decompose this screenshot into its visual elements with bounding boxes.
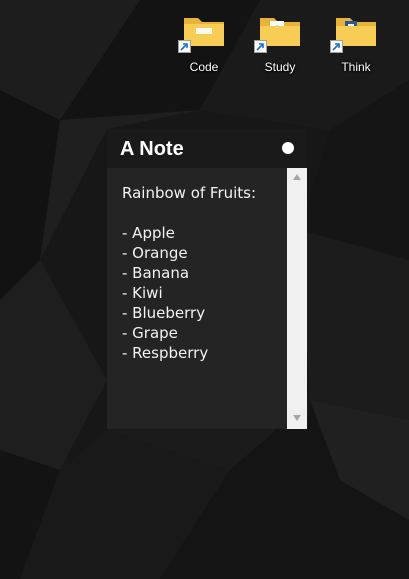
scroll-up-button[interactable] <box>287 170 307 186</box>
note-menu-dot-icon[interactable] <box>282 142 294 154</box>
folder-icon <box>330 12 378 53</box>
folder-icon <box>254 12 302 53</box>
scroll-down-button[interactable] <box>287 411 307 427</box>
note-body[interactable]: Rainbow of Fruits: - Apple - Orange - Ba… <box>107 168 287 429</box>
sticky-note-widget: A Note Rainbow of Fruits: - Apple - Oran… <box>107 129 307 429</box>
shortcut-arrow-icon <box>254 40 267 53</box>
triangle-down-icon <box>293 415 301 421</box>
shortcut-arrow-icon <box>330 40 343 53</box>
desktop-icon-study[interactable]: Study <box>252 12 308 74</box>
note-scrollbar[interactable] <box>287 168 307 429</box>
note-header[interactable]: A Note <box>107 129 307 168</box>
triangle-up-icon <box>293 174 301 180</box>
shortcut-arrow-icon <box>178 40 191 53</box>
desktop-icon-label: Code <box>189 60 219 74</box>
scroll-thumb[interactable] <box>289 186 305 411</box>
folder-icon <box>178 12 226 53</box>
desktop-icon-code[interactable]: Code <box>176 12 232 74</box>
desktop-icon-label: Think <box>341 60 371 74</box>
desktop: Code Study Think A Note Rainbow of Fruit… <box>0 0 409 579</box>
note-title: A Note <box>120 138 184 160</box>
desktop-icon-think[interactable]: Think <box>328 12 384 74</box>
desktop-icon-label: Study <box>264 60 296 74</box>
note-content[interactable]: Rainbow of Fruits: - Apple - Orange - Ba… <box>122 183 256 363</box>
